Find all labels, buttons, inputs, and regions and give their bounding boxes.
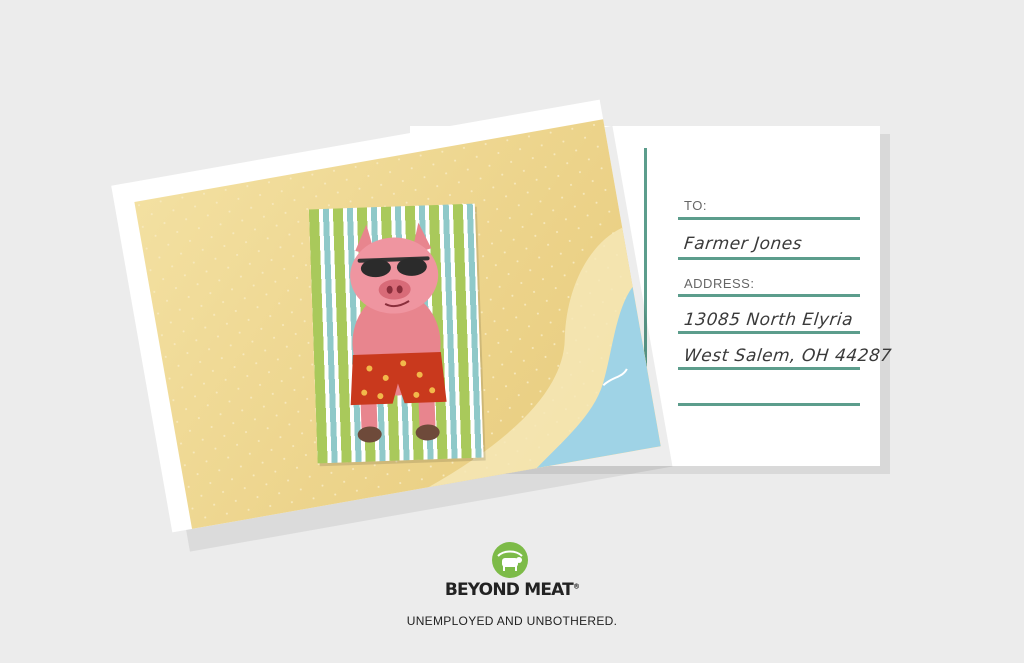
to-label: TO: [684,198,707,213]
to-value: Farmer Jones [682,234,804,254]
address-label: ADDRESS: [684,276,755,291]
cow-logo-icon [492,542,528,578]
address-line-2-rule [678,367,860,370]
recipient-line [678,257,860,260]
brand-wordmark: BEYOND MEAT® [0,580,1024,600]
blank-address-line [678,403,860,406]
postcard-picture-side [111,99,673,552]
address-line-2: West Salem, OH 44287 [682,346,893,366]
address-line-1: 13085 North Elyria [682,310,855,330]
brand-tagline: UNEMPLOYED AND UNBOTHERED. [406,614,618,628]
ad-canvas: TO: Farmer Jones ADDRESS: 13085 North El… [0,0,1024,663]
address-line-1-rule [678,331,860,334]
registered-mark: ® [572,582,580,591]
brand-name: BEYOND MEAT [444,580,574,600]
to-line [678,217,860,220]
address-label-line [678,294,860,297]
